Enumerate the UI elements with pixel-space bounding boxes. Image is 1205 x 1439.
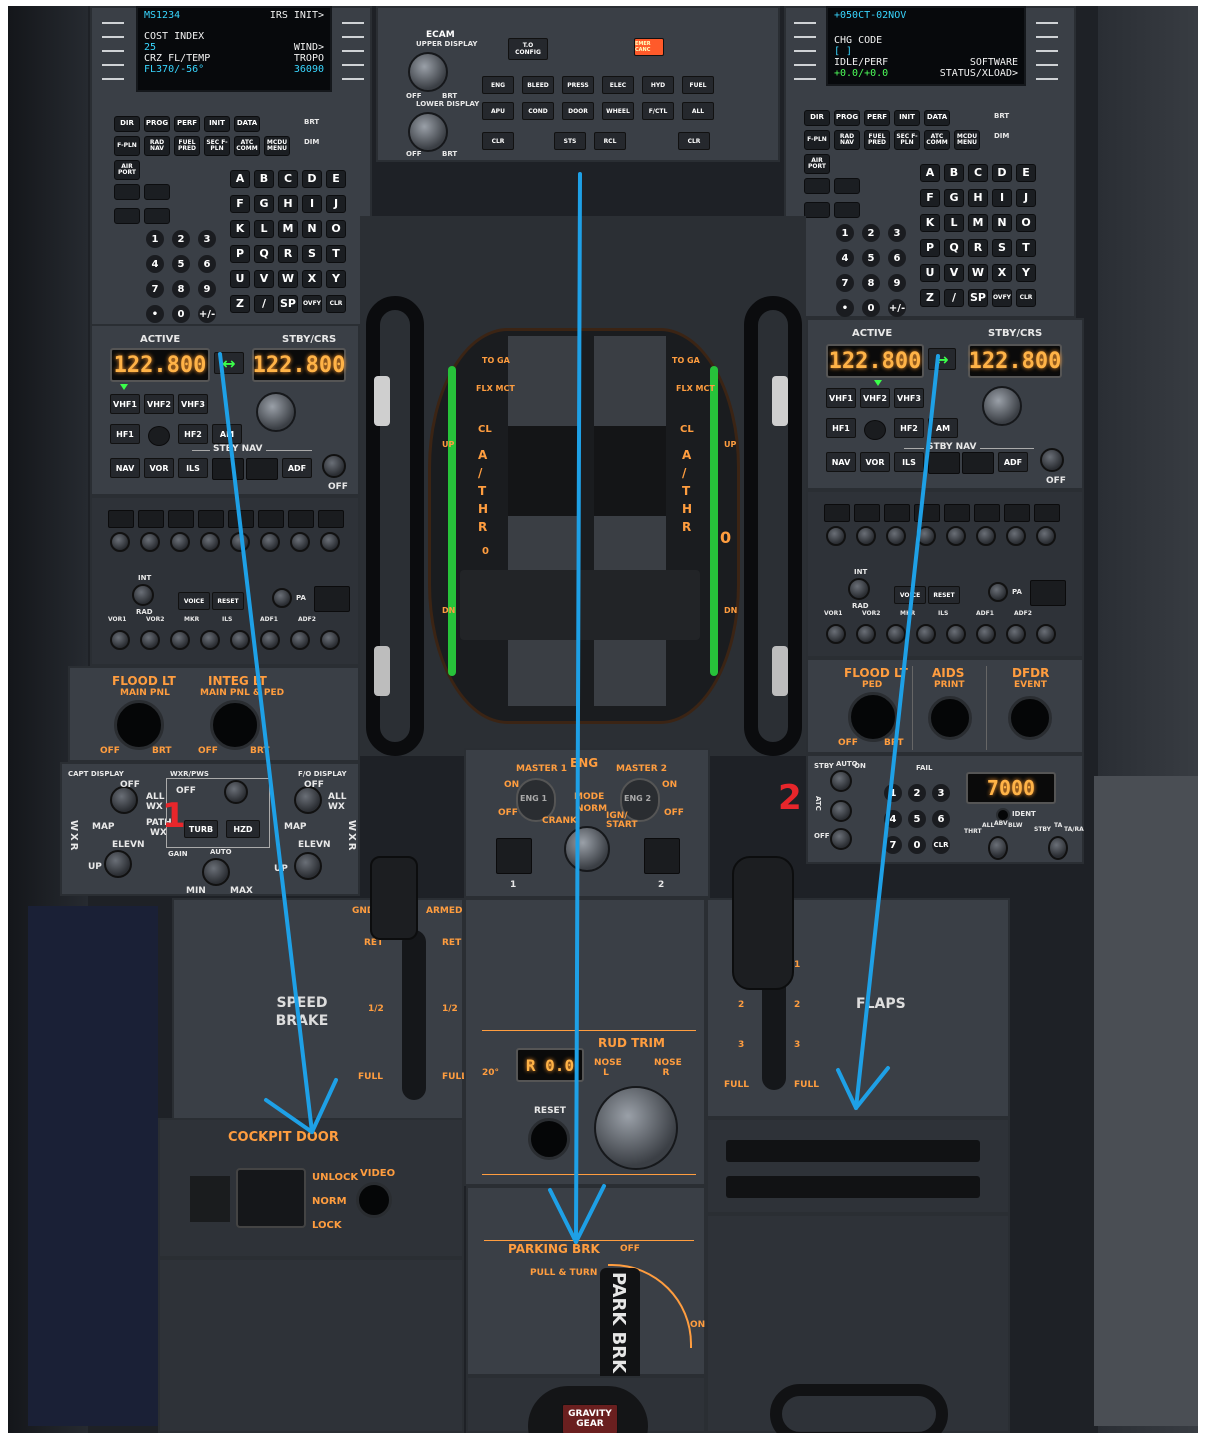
arrow-center-shaft	[574, 172, 582, 1244]
arrow-2-head	[836, 1066, 890, 1110]
arrow-1-head	[264, 1078, 338, 1134]
cockpit-pedestal-screenshot: MS1234 IRS INIT> COST INDEX 25 WIND> CRZ F…	[8, 6, 1198, 1433]
arrow-1-shaft	[218, 352, 314, 1134]
arrow-group	[218, 172, 940, 1244]
arrow-2-shaft	[854, 354, 940, 1110]
annotation-arrows-layer	[218, 172, 940, 1244]
